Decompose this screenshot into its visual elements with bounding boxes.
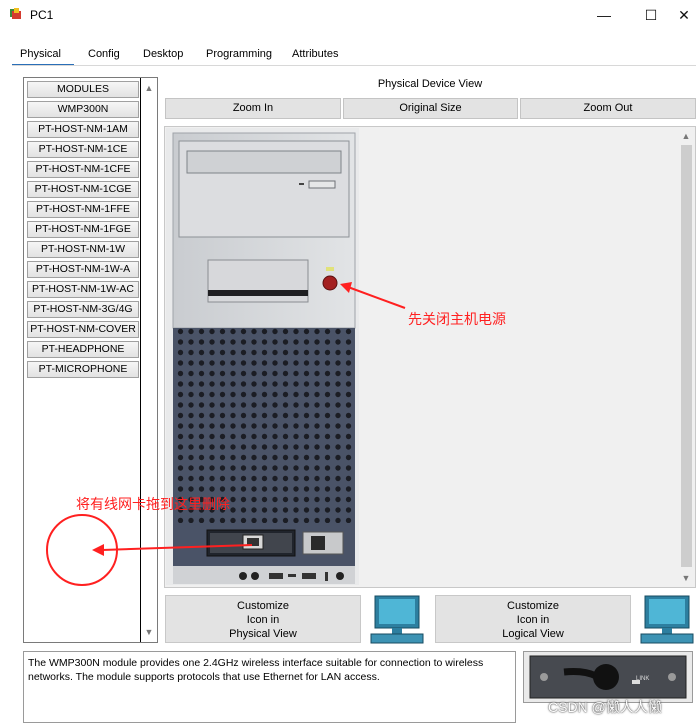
csdn-watermark: CSDN @懒人人懒	[548, 699, 662, 715]
monitor-icon[interactable]	[367, 594, 427, 646]
arrow-to-drop-area	[101, 544, 253, 551]
arrow-head-icon	[92, 544, 104, 556]
customize-logical-view-button[interactable]: Customize Icon in Logical View	[435, 595, 631, 643]
module-description: The WMP300N module provides one 2.4GHz w…	[23, 651, 516, 723]
customize-physical-view-button[interactable]: Customize Icon in Physical View	[165, 595, 361, 643]
arrow-head-icon	[340, 282, 352, 293]
module-thumbnail: LINK	[523, 651, 693, 703]
monitor-icon[interactable]	[637, 594, 697, 646]
power-off-annotation: 先关闭主机电源	[408, 311, 506, 327]
link-label: LINK	[636, 676, 650, 682]
wireless-module-image	[529, 655, 687, 699]
drag-nic-annotation: 将有线网卡拖到这里删除	[76, 496, 230, 512]
arrow-to-power-button	[347, 286, 406, 309]
